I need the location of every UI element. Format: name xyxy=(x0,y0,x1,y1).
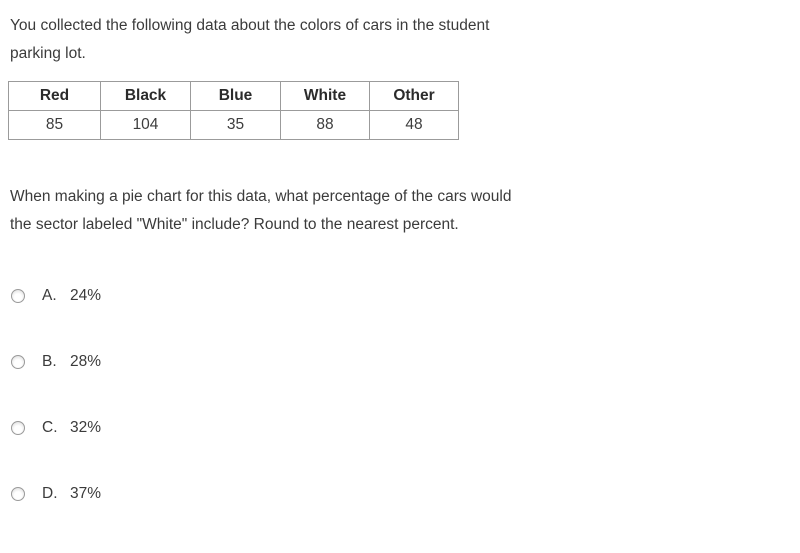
intro-paragraph: You collected the following data about t… xyxy=(10,17,494,62)
answer-option-d[interactable]: D. 37% xyxy=(0,479,300,509)
question-page: You collected the following data about t… xyxy=(0,0,800,553)
option-value: 28% xyxy=(70,353,102,370)
option-letter: D. xyxy=(42,485,58,502)
table-data-cell: 104 xyxy=(100,110,191,140)
table-header-row: Red Black Blue White Other xyxy=(8,81,459,111)
table-header-cell: Blue xyxy=(190,81,281,111)
answer-option-b[interactable]: B. 28% xyxy=(0,347,300,377)
radio-button-icon[interactable] xyxy=(11,355,25,369)
option-letter: A. xyxy=(42,287,57,304)
table-data-cell: 88 xyxy=(280,110,370,140)
option-value: 24% xyxy=(70,287,102,304)
table-data-cell: 48 xyxy=(369,110,459,140)
radio-button-icon[interactable] xyxy=(11,289,25,303)
option-letter: B. xyxy=(42,353,57,370)
table-data-cell: 35 xyxy=(190,110,281,140)
answer-option-c[interactable]: C. 32% xyxy=(0,413,300,443)
table-header-cell: Other xyxy=(369,81,459,111)
option-value: 32% xyxy=(70,419,102,436)
table-header-cell: Black xyxy=(100,81,191,111)
car-color-data-table: Red Black Blue White Other 85 104 35 88 … xyxy=(8,81,459,140)
question-paragraph: When making a pie chart for this data, w… xyxy=(10,188,516,233)
option-letter: C. xyxy=(42,419,58,436)
radio-button-icon[interactable] xyxy=(11,487,25,501)
table-header-cell: Red xyxy=(8,81,101,111)
option-value: 37% xyxy=(70,485,102,502)
answer-option-a[interactable]: A. 24% xyxy=(0,281,300,311)
radio-button-icon[interactable] xyxy=(11,421,25,435)
table-row: 85 104 35 88 48 xyxy=(8,110,459,140)
table-header-cell: White xyxy=(280,81,370,111)
table-data-cell: 85 xyxy=(8,110,101,140)
